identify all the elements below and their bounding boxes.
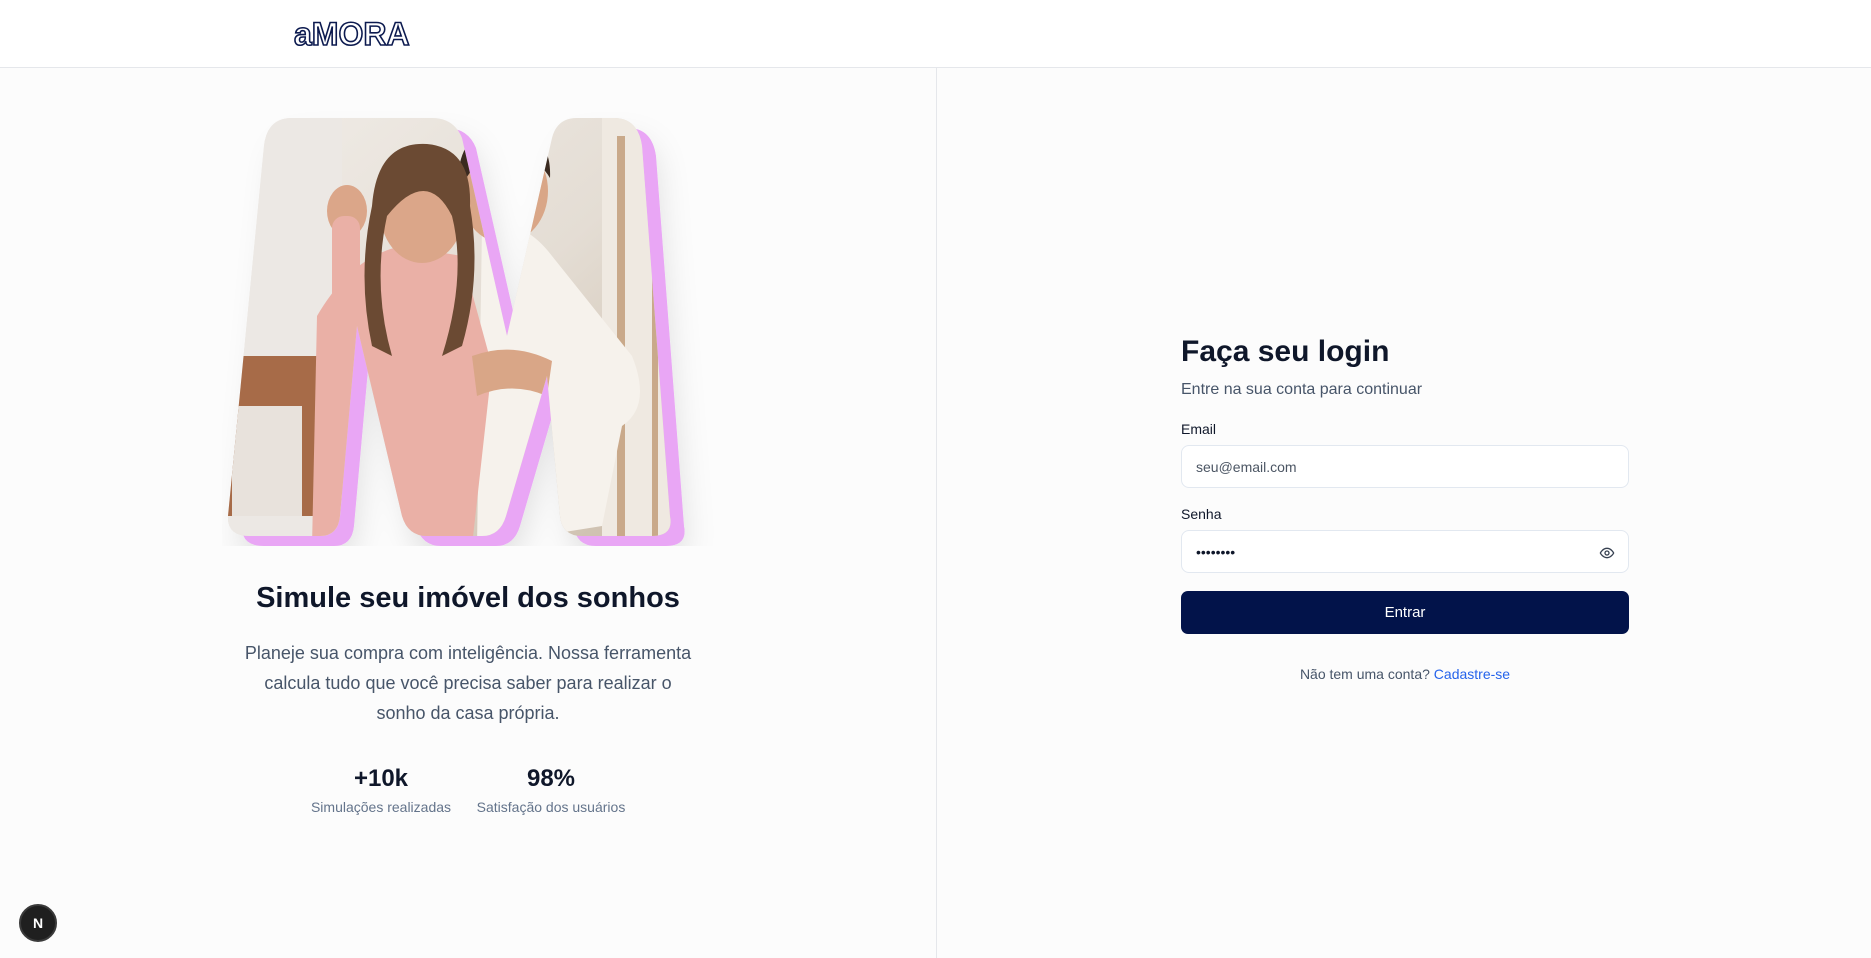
- password-field-wrapper: [1181, 530, 1629, 573]
- password-input[interactable]: [1182, 531, 1628, 572]
- stat-value: +10k: [353, 765, 409, 792]
- hero-description: Planeje sua compra com inteligência. Nos…: [244, 643, 692, 723]
- login-subtitle: Entre na sua conta para continuar: [1181, 381, 1423, 398]
- amora-logo[interactable]: aMORA: [294, 14, 418, 52]
- login-form: Faça seu login Entre na sua conta para c…: [1181, 335, 1629, 682]
- email-field-wrapper: [1181, 445, 1629, 488]
- svg-text:N: N: [33, 915, 43, 931]
- email-label: Email: [1181, 421, 1217, 437]
- stat-satisfaction: 98% Satisfação dos usuários: [476, 765, 626, 815]
- signup-prompt: Não tem uma conta? Cadastre-se: [1181, 666, 1629, 682]
- panel-divider: [936, 68, 937, 958]
- hero-image: [227, 118, 685, 546]
- login-title: Faça seu login: [1181, 335, 1390, 368]
- logo-text: aMORA: [294, 16, 410, 52]
- stat-label: Simulações realizadas: [310, 799, 452, 815]
- signup-prompt-text: Não tem uma conta?: [1299, 666, 1430, 682]
- login-submit-button[interactable]: Entrar: [1181, 591, 1629, 634]
- password-label: Senha: [1181, 506, 1222, 522]
- nextjs-dev-indicator-button[interactable]: N: [19, 904, 57, 942]
- stat-label: Satisfação dos usuários: [476, 799, 626, 815]
- nextjs-icon: N: [33, 915, 43, 931]
- eye-icon[interactable]: [1598, 544, 1616, 562]
- signup-link[interactable]: Cadastre-se: [1434, 666, 1510, 682]
- email-input[interactable]: [1182, 446, 1628, 487]
- stat-value: 98%: [526, 765, 576, 792]
- stat-simulations: +10k Simulações realizadas: [300, 765, 462, 815]
- hero-title: Simule seu imóvel dos sonhos: [256, 582, 680, 614]
- top-header: aMORA: [0, 0, 1871, 68]
